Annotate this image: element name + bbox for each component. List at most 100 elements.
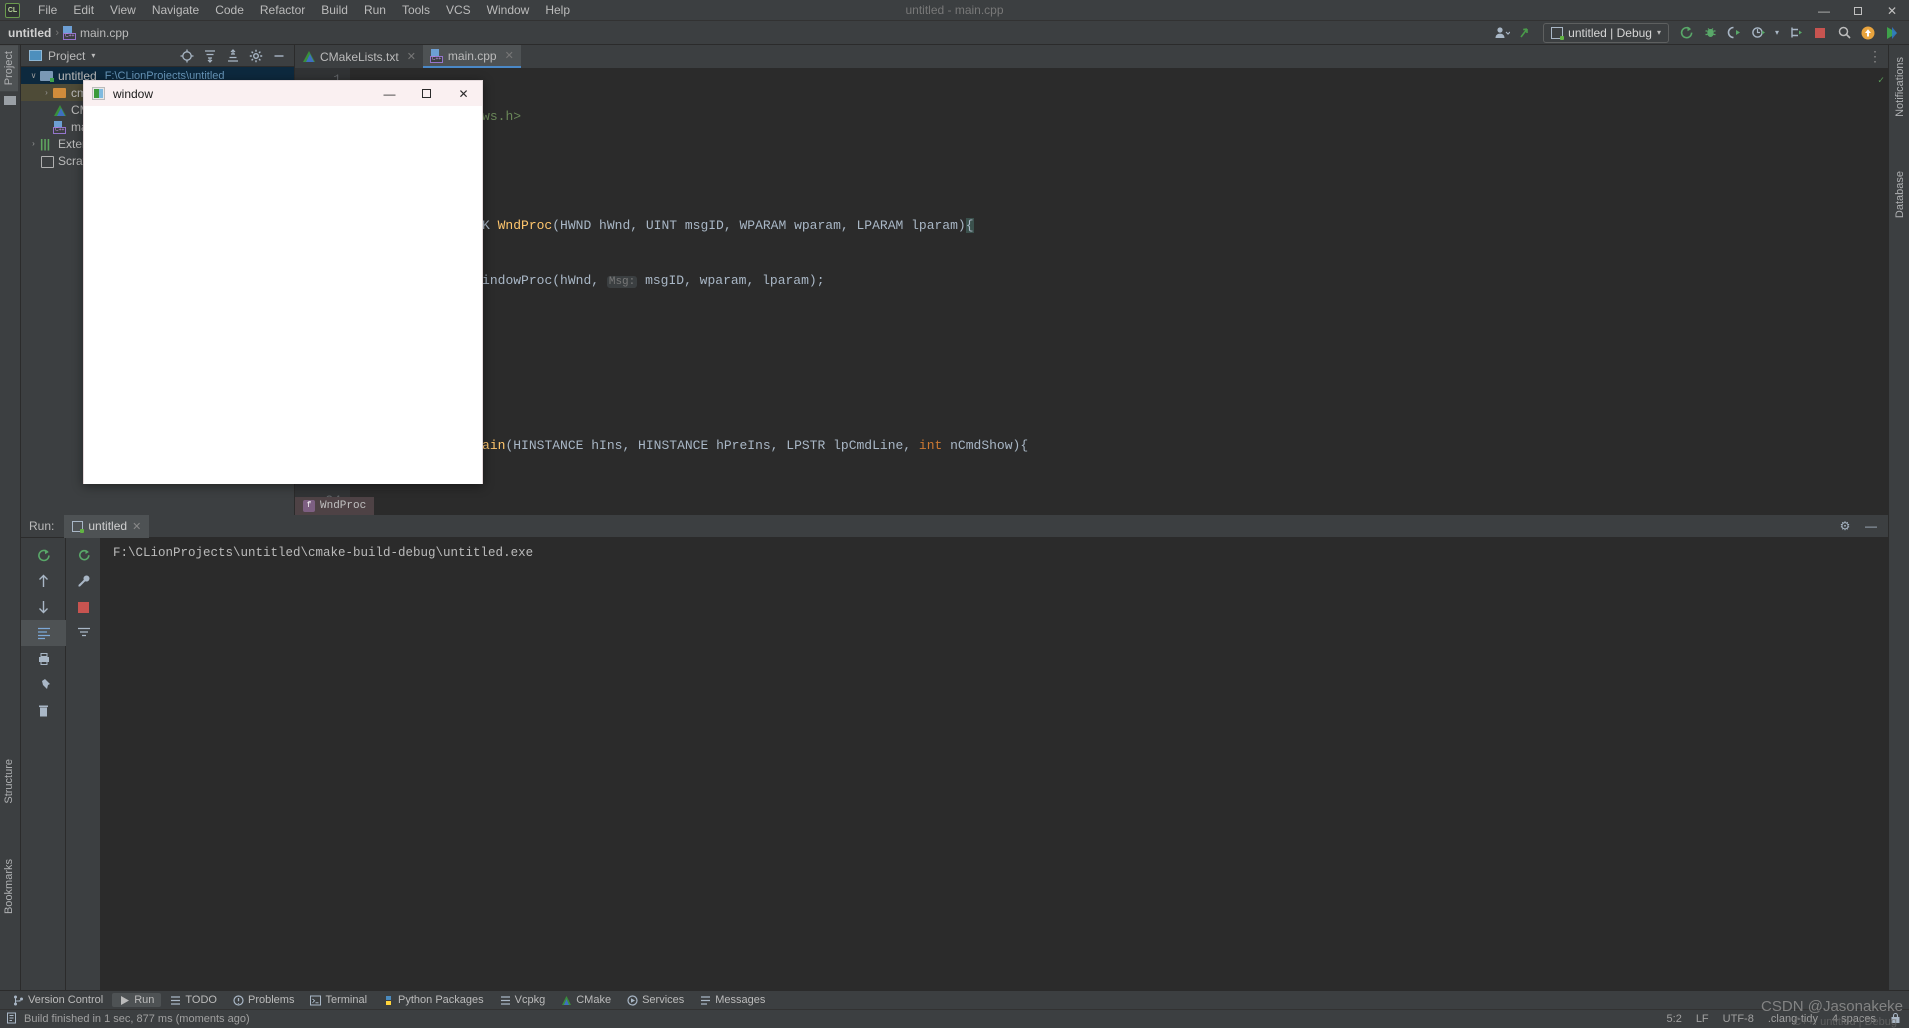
- tool-python-packages[interactable]: Python Packages: [376, 993, 491, 1007]
- run-with-coverage-icon[interactable]: [1723, 23, 1745, 43]
- collapse-all-icon[interactable]: [222, 46, 244, 66]
- win32-popup-window[interactable]: window — ✕: [83, 80, 483, 484]
- inspection-profile[interactable]: .clang-tidy: [1768, 1013, 1818, 1025]
- menu-navigate[interactable]: Navigate: [144, 1, 207, 19]
- tool-terminal[interactable]: Terminal: [303, 993, 374, 1007]
- profile-dropdown-icon[interactable]: ▾: [1771, 23, 1783, 43]
- editor-options-icon[interactable]: ⋮: [1868, 45, 1888, 68]
- run-restart-icon[interactable]: [66, 542, 101, 568]
- minimize-icon[interactable]: —: [1807, 0, 1841, 21]
- editor-scrollbar[interactable]: ✓: [1876, 68, 1888, 515]
- tool-vcpkg[interactable]: Vcpkg: [493, 993, 553, 1007]
- stop-icon[interactable]: [66, 594, 101, 620]
- scroll-down-icon[interactable]: [21, 594, 66, 620]
- clion-badge-icon[interactable]: [1881, 23, 1903, 43]
- tool-run[interactable]: Run: [112, 993, 161, 1007]
- close-icon[interactable]: ✕: [1875, 0, 1909, 21]
- sidebar-item-notifications[interactable]: Notifications: [1891, 51, 1909, 123]
- hide-panel-icon[interactable]: —: [1860, 516, 1882, 536]
- project-panel-title: Project: [48, 49, 85, 63]
- menu-vcs[interactable]: VCS: [438, 1, 479, 19]
- run-tab-untitled[interactable]: untitled ✕: [64, 515, 149, 538]
- updates-icon[interactable]: [1515, 23, 1537, 43]
- menu-refactor[interactable]: Refactor: [252, 1, 313, 19]
- tool-messages[interactable]: Messages: [693, 993, 772, 1007]
- cmake-icon: [302, 50, 315, 63]
- minimize-icon[interactable]: —: [371, 81, 408, 106]
- line-separator[interactable]: LF: [1696, 1013, 1709, 1025]
- menu-file[interactable]: File: [30, 1, 65, 19]
- tool-label: Run: [134, 994, 154, 1006]
- code-editor[interactable]: 1: [295, 68, 1888, 515]
- maximize-icon[interactable]: [408, 81, 445, 106]
- breadcrumb-file[interactable]: main.cpp: [80, 26, 129, 40]
- menu-window[interactable]: Window: [479, 1, 538, 19]
- lock-icon[interactable]: [1890, 1012, 1901, 1027]
- main-toolbar: untitled | Debug ▾ ▾: [1491, 23, 1909, 43]
- close-icon[interactable]: ✕: [445, 81, 482, 106]
- menu-tools[interactable]: Tools: [394, 1, 438, 19]
- menu-run[interactable]: Run: [356, 1, 394, 19]
- run-configuration-selector[interactable]: untitled | Debug ▾: [1543, 23, 1669, 43]
- chevron-right-icon[interactable]: ›: [40, 88, 53, 97]
- menu-code[interactable]: Code: [207, 1, 252, 19]
- sidebar-item-bookmarks[interactable]: Bookmarks: [0, 853, 18, 920]
- gear-icon[interactable]: [245, 46, 267, 66]
- editor-breadcrumb[interactable]: f WndProc: [295, 497, 374, 515]
- chevron-down-icon[interactable]: ▾: [91, 51, 95, 60]
- stop-icon[interactable]: [1809, 23, 1831, 43]
- tool-todo[interactable]: TODO: [163, 993, 224, 1007]
- win32-title-bar[interactable]: window — ✕: [84, 81, 482, 106]
- menu-edit[interactable]: Edit: [65, 1, 102, 19]
- print-icon[interactable]: [21, 646, 66, 672]
- profile-icon[interactable]: [1747, 23, 1769, 43]
- chevron-right-icon[interactable]: ›: [27, 139, 40, 148]
- expand-all-icon[interactable]: [199, 46, 221, 66]
- tool-problems[interactable]: Problems: [226, 993, 301, 1007]
- hide-panel-icon[interactable]: [268, 46, 290, 66]
- close-icon[interactable]: ✕: [132, 520, 141, 533]
- menu-help[interactable]: Help: [537, 1, 578, 19]
- menu-view[interactable]: View: [102, 1, 144, 19]
- scroll-up-icon[interactable]: [21, 568, 66, 594]
- tab-maincpp[interactable]: main.cpp ✕: [423, 45, 521, 68]
- user-icon[interactable]: [1491, 23, 1513, 43]
- search-icon[interactable]: [1833, 23, 1855, 43]
- breadcrumb-project[interactable]: untitled: [8, 26, 51, 40]
- build-status-message[interactable]: Build finished in 1 sec, 877 ms (moments…: [24, 1013, 250, 1025]
- run-filter-icon[interactable]: [66, 620, 101, 646]
- pin-icon[interactable]: [21, 672, 66, 698]
- run-wrench-icon[interactable]: [66, 568, 101, 594]
- code-line: [365, 162, 1301, 180]
- tool-version-control[interactable]: Version Control: [6, 993, 110, 1007]
- trash-icon[interactable]: [21, 698, 66, 724]
- rerun-icon[interactable]: [21, 542, 66, 568]
- sidebar-item-structure[interactable]: Structure: [0, 753, 18, 810]
- maximize-icon[interactable]: [1841, 0, 1875, 21]
- chevron-expanded-icon[interactable]: ∨: [27, 71, 40, 80]
- tab-cmakelists[interactable]: CMakeLists.txt ✕: [295, 45, 423, 68]
- build-icon[interactable]: [1675, 23, 1697, 43]
- cpp-file-icon: [63, 26, 76, 39]
- attach-icon[interactable]: [1785, 23, 1807, 43]
- update-project-icon[interactable]: [1857, 23, 1879, 43]
- close-icon[interactable]: ✕: [407, 50, 416, 63]
- tool-services[interactable]: Services: [620, 993, 691, 1007]
- caret-position[interactable]: 5:2: [1667, 1013, 1682, 1025]
- close-icon[interactable]: ✕: [505, 49, 514, 62]
- gear-icon[interactable]: ⚙: [1834, 516, 1856, 536]
- cpp-icon: [53, 121, 67, 133]
- tool-cmake[interactable]: CMake: [554, 993, 618, 1007]
- win32-title-label: window: [113, 87, 153, 101]
- sidebar-item-project[interactable]: Project: [0, 45, 18, 91]
- run-console-output[interactable]: F:\CLionProjects\untitled\cmake-build-de…: [101, 538, 1888, 990]
- breadcrumb: untitled › main.cpp: [0, 26, 129, 40]
- run-tab-label: untitled: [88, 519, 127, 533]
- file-encoding[interactable]: UTF-8: [1723, 1013, 1754, 1025]
- soft-wrap-icon[interactable]: [21, 620, 66, 646]
- indent-setting[interactable]: 4 spaces: [1832, 1013, 1876, 1025]
- menu-build[interactable]: Build: [313, 1, 356, 19]
- locate-icon[interactable]: [176, 46, 198, 66]
- sidebar-item-database[interactable]: Database: [1891, 165, 1909, 224]
- debug-icon[interactable]: [1699, 23, 1721, 43]
